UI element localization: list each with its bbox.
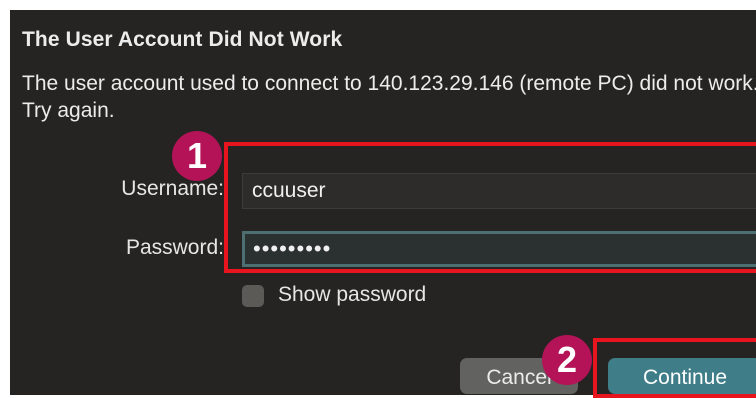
show-password-checkbox[interactable] [242, 285, 264, 307]
dialog-title: The User Account Did Not Work [22, 28, 343, 51]
password-label: Password: [125, 236, 224, 259]
show-password-label[interactable]: Show password [278, 283, 426, 307]
password-field[interactable]: ••••••••• [242, 231, 756, 267]
step-1-badge: 1 [172, 131, 222, 181]
username-field[interactable]: ccuuser [242, 173, 756, 209]
login-dialog: The User Account Did Not Work The user a… [10, 10, 756, 395]
dialog-message: The user account used to connect to 140.… [22, 72, 756, 122]
continue-button[interactable]: Continue [608, 358, 756, 394]
step-2-badge: 2 [542, 335, 592, 385]
